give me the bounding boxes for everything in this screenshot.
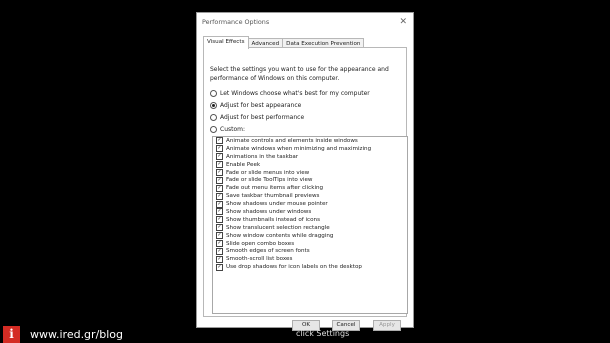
list-item[interactable]: ✓ Show shadows under mouse pointer <box>213 200 407 208</box>
radio-let-windows-choose[interactable]: Let Windows choose what's best for my co… <box>210 90 370 97</box>
list-item[interactable]: ✓ Show window contents while dragging <box>213 232 407 240</box>
list-item-label: Animations in the taskbar <box>226 153 299 160</box>
list-item[interactable]: ✓ Enable Peek <box>213 161 407 169</box>
checkbox-checked-icon[interactable]: ✓ <box>216 192 223 200</box>
radio-label: Adjust for best performance <box>220 114 305 121</box>
list-item[interactable]: ✓ Animate windows when minimizing and max… <box>213 145 407 153</box>
list-item-label: Save taskbar thumbnail previews <box>226 193 320 200</box>
list-item[interactable]: ✓ Slide open combo boxes <box>213 240 407 248</box>
intro-text: Select the settings you want to use for … <box>210 66 389 82</box>
apply-button[interactable]: Apply <box>373 320 401 331</box>
visual-effects-panel: Select the settings you want to use for … <box>203 47 408 317</box>
list-item-label: Use drop shadows for icon labels on the … <box>226 264 362 271</box>
close-icon[interactable]: ✕ <box>399 16 407 28</box>
checkbox-checked-icon[interactable]: ✓ <box>216 169 223 176</box>
list-item-label: Fade or slide menus into view <box>226 169 310 176</box>
checkbox-checked-icon[interactable]: ✓ <box>216 137 223 145</box>
background-caption: click Settings <box>296 329 350 338</box>
list-item[interactable]: ✓ Use drop shadows for icon labels on the… <box>213 263 407 271</box>
checkbox-checked-icon[interactable]: ✓ <box>216 184 223 192</box>
checkbox-checked-icon[interactable]: ✓ <box>216 200 223 208</box>
checkbox-checked-icon[interactable]: ✓ <box>216 161 223 169</box>
radio-custom[interactable]: Custom: <box>210 126 245 133</box>
list-item-label: Show thumbnails instead of icons <box>226 216 321 223</box>
radio-label: Let Windows choose what's best for my co… <box>220 90 370 97</box>
title-bar: Performance Options ✕ <box>197 13 413 33</box>
list-item[interactable]: ✓ Show translucent selection rectangle <box>213 224 407 232</box>
radio-best-performance[interactable]: Adjust for best performance <box>210 114 304 121</box>
list-item[interactable]: ✓ Fade or slide menus into view <box>213 169 407 177</box>
list-item[interactable]: ✓ Show shadows under windows <box>213 208 407 216</box>
list-item-label: Show translucent selection rectangle <box>226 224 330 231</box>
checkbox-checked-icon[interactable]: ✓ <box>216 263 223 271</box>
checkbox-checked-icon[interactable]: ✓ <box>216 232 223 240</box>
radio-button-selected-icon <box>210 102 217 109</box>
list-item-label: Fade or slide ToolTips into view <box>226 177 313 184</box>
list-item-label: Enable Peek <box>226 161 261 168</box>
checkbox-checked-icon[interactable]: ✓ <box>216 153 223 161</box>
list-item[interactable]: ✓ Show thumbnails instead of icons <box>213 216 407 224</box>
list-item[interactable]: ✓ Save taskbar thumbnail previews <box>213 192 407 200</box>
checkbox-checked-icon[interactable]: ✓ <box>216 224 223 232</box>
list-item[interactable]: ✓ Animations in the taskbar <box>213 153 407 161</box>
list-item[interactable]: ✓ Smooth edges of screen fonts <box>213 247 407 255</box>
list-item-label: Slide open combo boxes <box>226 240 295 247</box>
checkbox-checked-icon[interactable]: ✓ <box>216 208 223 216</box>
radio-best-appearance[interactable]: Adjust for best appearance <box>210 102 301 109</box>
list-item[interactable]: ✓ Fade or slide ToolTips into view <box>213 176 407 184</box>
list-item-label: Animate controls and elements inside win… <box>226 137 358 144</box>
list-item-label: Show window contents while dragging <box>226 232 334 239</box>
site-watermark: www.ired.gr/blog <box>30 328 124 341</box>
list-item-label: Animate windows when minimizing and maxi… <box>226 145 372 152</box>
list-item-label: Fade out menu items after clicking <box>226 185 324 192</box>
list-item-label: Show shadows under mouse pointer <box>226 201 328 208</box>
checkbox-checked-icon[interactable]: ✓ <box>216 255 223 263</box>
visual-effects-list[interactable]: ✓ Animate controls and elements inside wi… <box>212 136 408 314</box>
checkbox-checked-icon[interactable]: ✓ <box>216 216 223 224</box>
list-item[interactable]: ✓ Fade out menu items after clicking <box>213 184 407 192</box>
list-item[interactable]: ✓ Smooth-scroll list boxes <box>213 255 407 263</box>
ired-logo-icon: i <box>3 326 20 343</box>
checkbox-checked-icon[interactable]: ✓ <box>216 176 223 184</box>
radio-button-icon <box>210 90 217 97</box>
checkbox-checked-icon[interactable]: ✓ <box>216 145 223 153</box>
list-item-label: Smooth-scroll list boxes <box>226 256 293 263</box>
radio-label: Custom: <box>220 126 246 133</box>
radio-button-icon <box>210 126 217 133</box>
list-item-label: Show shadows under windows <box>226 208 312 215</box>
tab-visual-effects[interactable]: Visual Effects <box>203 36 249 49</box>
list-item-label: Smooth edges of screen fonts <box>226 248 310 255</box>
radio-button-icon <box>210 114 217 121</box>
window-title: Performance Options <box>202 18 270 26</box>
list-item[interactable]: ✓ Animate controls and elements inside wi… <box>213 137 407 145</box>
radio-label: Adjust for best appearance <box>220 102 302 109</box>
checkbox-checked-icon[interactable]: ✓ <box>216 247 223 255</box>
performance-options-dialog: Performance Options ✕ Visual Effects Adv… <box>196 12 414 331</box>
checkbox-checked-icon[interactable]: ✓ <box>216 240 223 248</box>
